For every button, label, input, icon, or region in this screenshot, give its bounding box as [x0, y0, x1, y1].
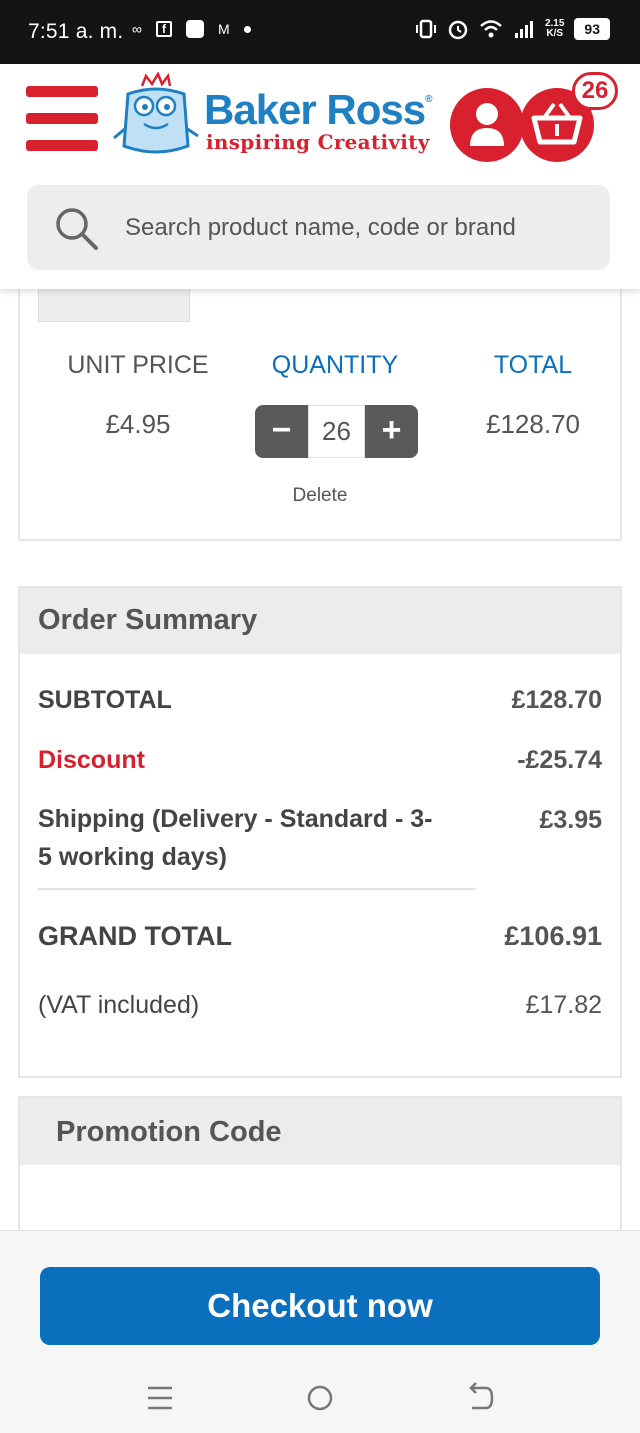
status-bar: 7:51 a. m. ∞ f M 2.15 K/S 93	[0, 0, 640, 64]
increase-quantity-button[interactable]: +	[365, 405, 418, 458]
recent-apps-icon[interactable]	[140, 1380, 180, 1416]
vat-label: (VAT included)	[38, 991, 200, 1019]
subtotal-value: £128.70	[511, 686, 602, 714]
cart-item-card: UNIT PRICE QUANTITY TOTAL £4.95 − 26 + £…	[18, 289, 622, 541]
discount-label: Discount	[38, 746, 145, 774]
search-bar[interactable]	[27, 185, 610, 270]
basket-count-badge: 26	[572, 72, 618, 110]
search-input[interactable]	[125, 185, 595, 270]
wifi-icon	[480, 20, 502, 38]
menu-button[interactable]	[26, 86, 98, 152]
network-speed: 2.15 K/S	[545, 19, 564, 39]
checkout-bar: Checkout now	[0, 1230, 640, 1362]
order-summary-panel: Order Summary SUBTOTAL £128.70 Discount …	[18, 586, 622, 1078]
order-summary-title: Order Summary	[38, 604, 258, 636]
shipping-label-line1: Shipping (Delivery - Standard - 3-	[38, 805, 433, 833]
quantity-heading: QUANTITY	[271, 351, 399, 379]
decrease-quantity-button[interactable]: −	[255, 405, 308, 458]
product-image[interactable]	[38, 289, 190, 322]
speed-unit: K/S	[546, 28, 564, 39]
system-navigation-bar	[0, 1362, 640, 1433]
menu-bar-icon	[26, 140, 98, 151]
discount-value: -£25.74	[517, 746, 602, 774]
shipping-value: £3.95	[539, 806, 602, 834]
more-notifications-dot-icon	[243, 25, 251, 33]
back-icon[interactable]	[460, 1380, 500, 1416]
quantity-value[interactable]: 26	[308, 405, 365, 458]
brand-tagline: inspiring Creativity	[206, 130, 430, 154]
battery-indicator: 93	[574, 18, 610, 40]
promotion-code-title: Promotion Code	[56, 1116, 282, 1148]
app-square-icon	[185, 20, 204, 38]
total-heading: TOTAL	[493, 351, 573, 379]
registered-mark: ®	[425, 94, 432, 105]
menu-bar-icon	[26, 113, 98, 124]
line-total-value: £128.70	[486, 409, 580, 439]
search-icon[interactable]	[53, 205, 99, 251]
infinity-icon: ∞	[132, 21, 142, 37]
brand-name[interactable]: Baker Ross®	[204, 86, 433, 134]
promotion-code-header[interactable]: Promotion Code	[20, 1098, 620, 1165]
site-header: Baker Ross® inspiring Creativity 26	[0, 64, 640, 289]
alarm-icon	[448, 20, 468, 40]
shipping-label-line2: 5 working days)	[38, 843, 227, 871]
grand-total-label: GRAND TOTAL	[38, 921, 232, 951]
checkout-now-button[interactable]: Checkout now	[40, 1267, 600, 1345]
notification-icons: ∞ f M	[132, 20, 251, 38]
summary-divider	[38, 888, 476, 890]
user-icon	[470, 103, 504, 146]
quantity-stepper: − 26 +	[255, 405, 419, 458]
status-time: 7:51 a. m.	[28, 20, 124, 43]
system-icons: 2.15 K/S 93	[415, 18, 610, 40]
signal-icon	[514, 21, 533, 38]
delete-item-link[interactable]: Delete	[20, 485, 620, 507]
promotion-code-panel: Promotion Code	[18, 1096, 622, 1236]
vibrate-icon	[415, 19, 436, 39]
baker-ross-mascot-logo[interactable]	[112, 72, 200, 164]
shipping-label: Shipping (Delivery - Standard - 3- 5 wor…	[38, 800, 433, 876]
subtotal-label: SUBTOTAL	[38, 686, 172, 714]
gmail-icon: M	[217, 21, 230, 37]
unit-price-value: £4.95	[105, 409, 171, 439]
facebook-icon: f	[155, 21, 172, 37]
unit-price-heading: UNIT PRICE	[67, 351, 209, 379]
grand-total-value: £106.91	[504, 921, 602, 951]
account-button[interactable]	[450, 88, 524, 162]
brand-name-text: Baker Ross	[204, 86, 426, 133]
order-summary-header: Order Summary	[20, 588, 620, 654]
home-icon[interactable]	[300, 1380, 340, 1416]
vat-value: £17.82	[525, 991, 602, 1019]
menu-bar-icon	[26, 86, 98, 97]
